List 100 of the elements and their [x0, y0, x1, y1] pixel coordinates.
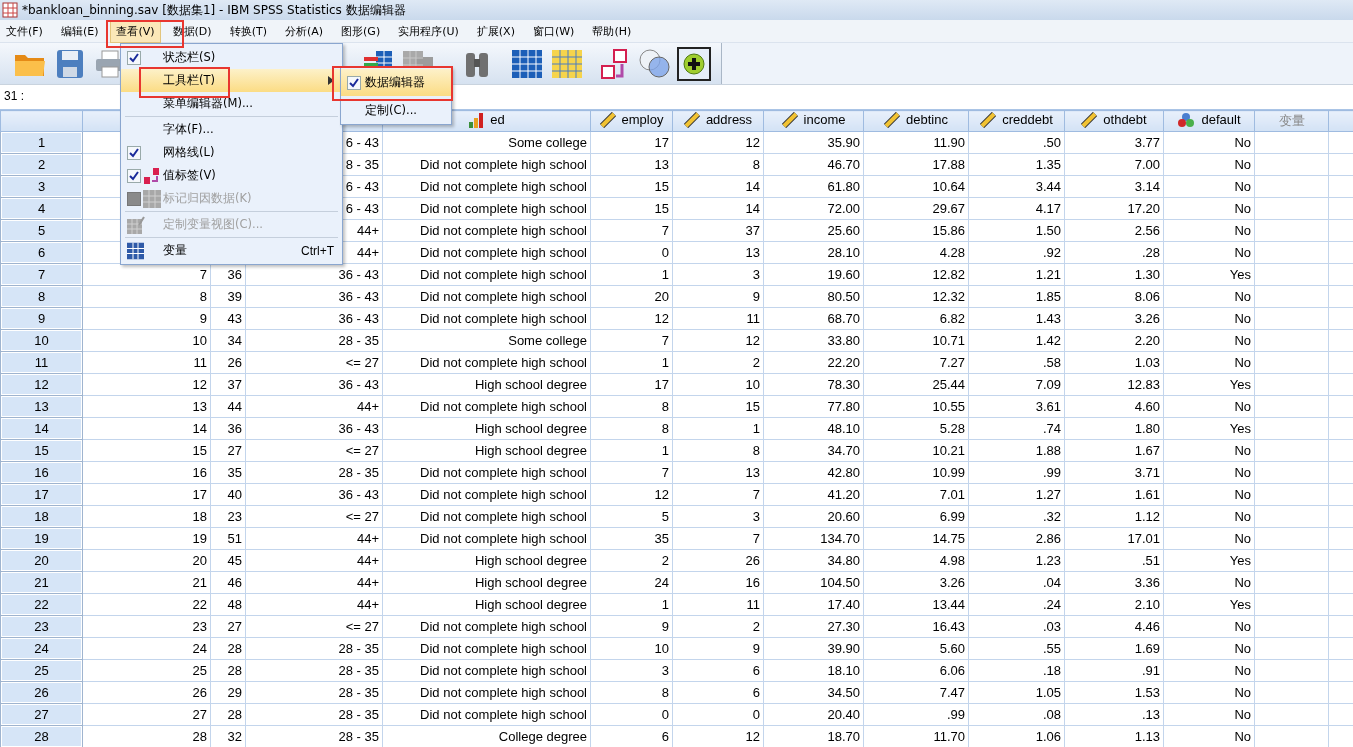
menu-item[interactable]: 扩展(X) — [470, 19, 521, 43]
table-cell: 12 — [82, 373, 211, 396]
row-number[interactable]: 8 — [0, 285, 83, 308]
menu-item[interactable]: 窗口(W) — [526, 19, 581, 43]
row-number[interactable]: 13 — [0, 395, 83, 418]
menu-item[interactable]: 帮助(H) — [586, 19, 638, 43]
value-labels-icon — [143, 166, 161, 185]
row-number[interactable]: 24 — [0, 637, 83, 660]
table-cell: 26 — [82, 681, 211, 704]
checkbox[interactable] — [127, 145, 141, 160]
menu-item[interactable]: 分析(A) — [278, 19, 330, 43]
row-number[interactable]: 3 — [0, 175, 83, 198]
column-header[interactable]: employ — [590, 110, 673, 132]
row-number[interactable]: 21 — [0, 571, 83, 594]
table-cell: 3.61 — [968, 395, 1065, 418]
row-number[interactable]: 16 — [0, 461, 83, 484]
menu-item[interactable]: 图形(G) — [335, 19, 387, 43]
column-header[interactable]: income — [763, 110, 864, 132]
row-number[interactable]: 18 — [0, 505, 83, 528]
table-cell: 0 — [590, 703, 673, 726]
table-cell: .28 — [1064, 241, 1164, 264]
table-cell: 18 — [82, 505, 211, 528]
table-cell: 34.50 — [763, 681, 864, 704]
row-number[interactable]: 1 — [0, 131, 83, 154]
table-cell: 28.10 — [763, 241, 864, 264]
menu-item[interactable]: 状态栏(S) — [121, 46, 342, 69]
checkbox[interactable] — [127, 168, 141, 183]
menu-item[interactable]: 数据编辑器 — [341, 69, 451, 96]
table-cell: .91 — [1064, 659, 1164, 682]
table-cell: 1 — [590, 351, 673, 374]
table-cell: 12 — [590, 483, 673, 506]
value-labels-icon[interactable] — [600, 47, 630, 80]
cell-reference: 31 : — [4, 89, 24, 103]
table-cell: No — [1163, 571, 1255, 594]
row-number[interactable]: 12 — [0, 373, 83, 396]
checkbox[interactable] — [127, 50, 141, 65]
menu-item[interactable]: 工具栏(T) — [121, 69, 342, 92]
row-number[interactable]: 15 — [0, 439, 83, 462]
row-number[interactable]: 11 — [0, 351, 83, 374]
table-cell: 4.60 — [1064, 395, 1164, 418]
table-cell: 77.80 — [763, 395, 864, 418]
table-cell: No — [1163, 681, 1255, 704]
table-cell: 1 — [672, 417, 764, 440]
table-cell: 28 — [210, 637, 246, 660]
table-cell: 2.56 — [1064, 219, 1164, 242]
row-number[interactable]: 6 — [0, 241, 83, 264]
row-number[interactable]: 27 — [0, 703, 83, 726]
menu-item[interactable]: 编辑(E) — [54, 19, 105, 43]
row-number[interactable]: 4 — [0, 197, 83, 220]
row-number[interactable]: 28 — [0, 725, 83, 747]
menu-item[interactable]: 菜单编辑器(M)... — [121, 92, 342, 115]
row-number[interactable]: 5 — [0, 219, 83, 242]
row-number[interactable]: 17 — [0, 483, 83, 506]
table-cell: No — [1163, 219, 1255, 242]
column-header[interactable]: creddebt — [968, 110, 1065, 132]
table-cell: 1.27 — [968, 483, 1065, 506]
table-icon[interactable] — [511, 48, 543, 79]
table-cell: 17 — [82, 483, 211, 506]
column-name: creddebt — [1002, 112, 1053, 127]
checkbox[interactable] — [347, 75, 361, 90]
table-cell: 3.26 — [863, 571, 969, 594]
table-cell: 13 — [590, 153, 673, 176]
table-cell: 4.17 — [968, 197, 1065, 220]
column-header[interactable]: othdebt — [1064, 110, 1164, 132]
menu-item[interactable]: 转换(T) — [223, 19, 273, 43]
table-cell: 6 — [672, 681, 764, 704]
row-number[interactable]: 7 — [0, 263, 83, 286]
row-number[interactable]: 10 — [0, 329, 83, 352]
column-header[interactable]: address — [672, 110, 764, 132]
table-cell: No — [1163, 131, 1255, 154]
table-cell: No — [1163, 329, 1255, 352]
table-cell: .99 — [863, 703, 969, 726]
menu-item[interactable]: 文件(F) — [0, 19, 49, 43]
row-number[interactable]: 26 — [0, 681, 83, 704]
row-number[interactable]: 20 — [0, 549, 83, 572]
table-cell: 46 — [210, 571, 246, 594]
table-cell: 1.53 — [1064, 681, 1164, 704]
add-on-button[interactable] — [677, 46, 711, 81]
table-cell: Did not complete high school — [382, 681, 591, 704]
table-cell: High school degree — [382, 549, 591, 572]
circles-icon[interactable] — [638, 47, 672, 80]
column-header[interactable]: default — [1163, 110, 1255, 132]
table-cell: 7.09 — [968, 373, 1065, 396]
submenu-arrow-icon — [328, 76, 334, 85]
row-number[interactable]: 25 — [0, 659, 83, 682]
row-number[interactable]: 19 — [0, 527, 83, 550]
highlighted-table-icon[interactable] — [551, 48, 583, 79]
plus-icon — [683, 52, 705, 75]
row-number[interactable]: 23 — [0, 615, 83, 638]
row-number[interactable]: 9 — [0, 307, 83, 330]
column-name: debtinc — [906, 112, 948, 127]
row-number[interactable]: 14 — [0, 417, 83, 440]
row-number[interactable]: 2 — [0, 153, 83, 176]
row-number[interactable]: 22 — [0, 593, 83, 616]
grid-icon — [143, 189, 161, 208]
save-icon[interactable] — [56, 48, 84, 79]
table-cell: 3.77 — [1064, 131, 1164, 154]
table-cell: Did not complete high school — [382, 527, 591, 550]
menu-item[interactable]: 实用程序(U) — [392, 19, 465, 43]
column-header[interactable]: debtinc — [863, 110, 969, 132]
